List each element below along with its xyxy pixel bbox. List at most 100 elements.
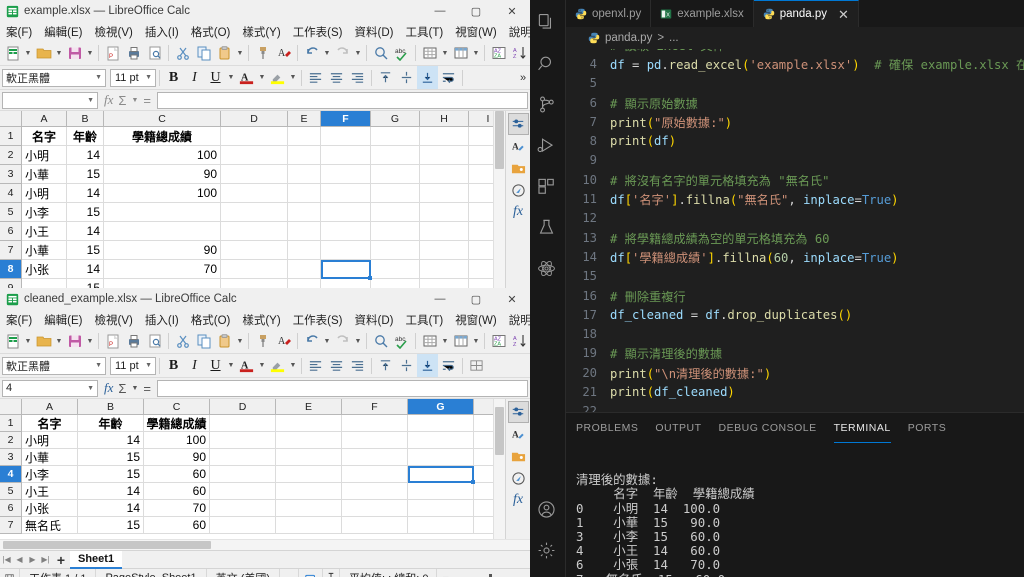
code-line[interactable]: 9 [566,151,1024,170]
cell-F6[interactable] [342,500,408,517]
redo-icon[interactable] [332,330,353,353]
cell-A6[interactable]: 小张 [22,500,78,517]
print-icon[interactable] [123,330,144,353]
cell-B3[interactable]: 15 [67,165,104,184]
navigator-icon[interactable] [508,179,529,201]
chevron-down-icon[interactable]: ▼ [440,42,450,65]
cell-A8[interactable]: 小张 [22,260,67,279]
cell-F3[interactable] [321,165,371,184]
row-header-4[interactable]: 4 [0,184,22,203]
code-line[interactable]: 12 [566,209,1024,228]
code-line[interactable]: 10 # 將沒有名字的單元格填充為 "無名氏" [566,170,1024,189]
row-header-2[interactable]: 2 [0,146,22,165]
column-header-H[interactable]: H [420,111,469,127]
menu-視窗W[interactable]: 視窗(W) [449,312,503,328]
code-line[interactable]: 15 [566,267,1024,286]
cell-A3[interactable]: 小華 [22,449,78,466]
row-header-7[interactable]: 7 [0,517,22,534]
cell-H3[interactable] [474,449,493,466]
highlight-color-button[interactable] [267,66,288,89]
cut-icon[interactable] [172,42,193,65]
cell-D4[interactable] [210,466,276,483]
menu-格式O[interactable]: 格式(O) [185,312,237,328]
font-size-box[interactable]: 11 pt ▼ [110,68,156,87]
cell-F5[interactable] [342,483,408,500]
chevron-down-icon[interactable]: ▼ [131,385,138,392]
row-header-4[interactable]: 4 [0,466,22,483]
underline-button[interactable]: U [205,354,226,377]
menu-插入I[interactable]: 插入(I) [139,24,185,40]
chevron-down-icon[interactable]: ▼ [95,362,102,369]
column-header-C[interactable]: C [104,111,221,127]
cell-H5[interactable] [420,203,469,222]
add-sheet-button[interactable]: + [52,553,70,567]
testing-icon[interactable] [528,207,566,248]
cell-I8[interactable] [469,260,493,279]
cell-G3[interactable] [408,449,474,466]
wrap-text-button[interactable] [438,354,459,377]
cell-C6[interactable] [104,222,221,241]
cell-G6[interactable] [408,500,474,517]
selection-mode-icon[interactable] [299,568,323,577]
cell-A3[interactable]: 小華 [22,165,67,184]
row-header-2[interactable]: 2 [0,432,22,449]
column-header-G[interactable]: G [371,111,420,127]
code-line[interactable]: 19 # 顯示清理後的數據 [566,344,1024,363]
undo-icon[interactable] [301,42,322,65]
cell-F1[interactable] [342,415,408,432]
cell-C4[interactable]: 100 [104,184,221,203]
highlight-dropdown-icon[interactable]: ▼ [288,354,298,377]
align-middle-button[interactable] [396,354,417,377]
next-sheet-icon[interactable]: ▶ [26,555,39,564]
cell-B4[interactable]: 14 [67,184,104,203]
chevron-down-icon[interactable]: ▼ [145,74,152,81]
formula-icon[interactable]: = [143,93,151,108]
cell-H6[interactable] [474,500,493,517]
row-header-8[interactable]: 8 [0,260,22,279]
first-sheet-icon[interactable]: |◀ [0,555,13,564]
language[interactable]: 英文 (美國) [207,568,280,577]
cell-H3[interactable] [420,165,469,184]
cell-C5[interactable] [104,203,221,222]
cell-F8[interactable] [321,260,371,279]
italic-button[interactable]: I [184,66,205,89]
input-line[interactable] [156,379,528,397]
font-size-box[interactable]: 11 pt ▼ [110,356,156,375]
cell-B3[interactable]: 15 [78,449,144,466]
cell-F4[interactable] [342,466,408,483]
menu-案F[interactable]: 案(F) [0,312,38,328]
column-header-G[interactable]: G [408,399,474,415]
functions-icon[interactable]: fx [508,489,529,511]
horizontal-scrollbar[interactable] [0,539,530,550]
menu-樣式Y[interactable]: 樣式(Y) [236,24,286,40]
chevron-down-icon[interactable]: ▼ [23,330,33,353]
cell-D8[interactable] [221,260,288,279]
align-left-button[interactable] [305,354,326,377]
align-bottom-button[interactable] [417,66,438,89]
cell-G8[interactable] [371,260,420,279]
cell-B2[interactable]: 14 [67,146,104,165]
column-header-F[interactable]: F [342,399,408,415]
grid-viewport[interactable]: ABCDEFGHIJKL1名字年齡學籍總成績2小明141003小華15904小明… [0,111,493,290]
chevron-down-icon[interactable]: ▼ [322,42,332,65]
cell-D2[interactable] [221,146,288,165]
cell-G4[interactable] [371,184,420,203]
cut-icon[interactable] [172,330,193,353]
close-icon[interactable]: ✕ [838,8,849,21]
cell-D3[interactable] [221,165,288,184]
cell-A5[interactable]: 小王 [22,483,78,500]
new-document-icon[interactable] [2,42,23,65]
row-header-5[interactable]: 5 [0,203,22,222]
font-name-box[interactable]: 軟正黑體 ▼ [2,68,106,87]
column-header-A[interactable]: A [22,399,78,415]
align-left-button[interactable] [305,66,326,89]
cell-B5[interactable]: 14 [78,483,144,500]
column-header-H[interactable]: H [474,399,493,415]
cell-G5[interactable] [371,203,420,222]
cell-B6[interactable]: 14 [67,222,104,241]
align-center-button[interactable] [326,66,347,89]
menu-工具T[interactable]: 工具(T) [400,312,450,328]
open-file-icon[interactable] [33,42,54,65]
cell-H2[interactable] [420,146,469,165]
menu-格式O[interactable]: 格式(O) [185,24,237,40]
